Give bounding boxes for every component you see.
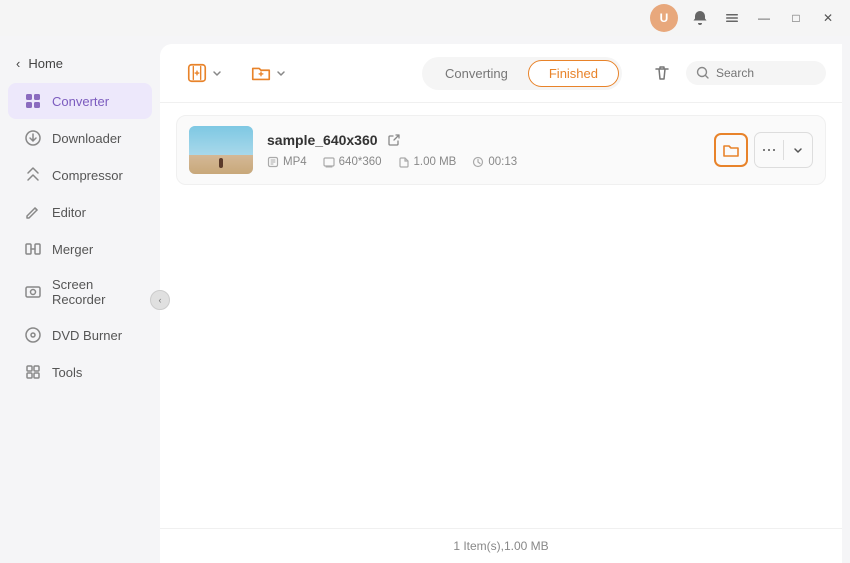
sidebar-item-compressor[interactable]: Compressor — [8, 157, 152, 193]
converter-label: Converter — [52, 94, 109, 109]
table-row: sample_640x360 — [176, 115, 826, 185]
file-duration-meta: 00:13 — [472, 156, 517, 168]
screen-recorder-icon — [24, 283, 42, 301]
compressor-icon — [24, 166, 42, 184]
sidebar-item-tools[interactable]: Tools — [8, 354, 152, 390]
main-content: Converting Finished — [160, 44, 842, 563]
more-action-button[interactable] — [755, 133, 783, 167]
tab-switcher: Converting Finished — [422, 57, 622, 90]
downloader-label: Downloader — [52, 131, 121, 146]
file-list: sample_640x360 — [160, 103, 842, 528]
user-avatar[interactable]: U — [650, 4, 678, 32]
status-bar: 1 Item(s),1.00 MB — [160, 528, 842, 563]
tools-icon — [24, 363, 42, 381]
add-file-dropdown-icon — [212, 68, 222, 78]
sidebar-item-dvd-burner[interactable]: DVD Burner — [8, 317, 152, 353]
more-actions-group — [754, 132, 813, 168]
home-nav[interactable]: ‹ Home — [0, 48, 160, 79]
thumb-sky — [189, 126, 253, 155]
format-icon — [267, 156, 279, 168]
dvd-burner-icon — [24, 326, 42, 344]
search-icon — [696, 66, 710, 80]
file-format: MP4 — [283, 156, 307, 168]
notification-icon[interactable] — [686, 4, 714, 32]
file-format-meta: MP4 — [267, 156, 307, 168]
add-file-icon — [186, 62, 208, 84]
file-name-row: sample_640x360 — [267, 132, 700, 148]
add-folder-dropdown-icon — [276, 68, 286, 78]
file-name: sample_640x360 — [267, 132, 378, 148]
editor-icon — [24, 203, 42, 221]
size-icon — [398, 156, 410, 168]
file-duration: 00:13 — [488, 156, 517, 168]
close-button[interactable]: ✕ — [814, 4, 842, 32]
trash-button[interactable] — [646, 57, 678, 89]
toolbar-actions — [646, 57, 826, 89]
editor-label: Editor — [52, 205, 86, 220]
toolbar: Converting Finished — [160, 44, 842, 103]
merger-icon — [24, 240, 42, 258]
file-resolution: 640*360 — [339, 156, 382, 168]
file-info: sample_640x360 — [267, 132, 700, 168]
external-link-icon[interactable] — [386, 132, 402, 148]
file-size: 1.00 MB — [414, 156, 457, 168]
search-box — [686, 61, 826, 85]
merger-label: Merger — [52, 242, 93, 257]
thumb-figure — [219, 158, 223, 168]
tab-converting[interactable]: Converting — [425, 60, 528, 87]
expand-more-button[interactable] — [784, 133, 812, 167]
window-controls: — □ ✕ — [750, 4, 842, 32]
sidebar-item-converter[interactable]: Converter — [8, 83, 152, 119]
resolution-icon — [323, 156, 335, 168]
search-input[interactable] — [716, 66, 816, 80]
sidebar-item-merger[interactable]: Merger — [8, 231, 152, 267]
maximize-button[interactable]: □ — [782, 4, 810, 32]
sidebar-collapse-button[interactable]: ‹ — [150, 290, 170, 310]
file-size-meta: 1.00 MB — [398, 156, 457, 168]
open-folder-button[interactable] — [714, 133, 748, 167]
screen-recorder-label: Screen Recorder — [52, 277, 136, 307]
menu-icon[interactable] — [718, 4, 746, 32]
minimize-button[interactable]: — — [750, 4, 778, 32]
file-meta: MP4 640*360 — [267, 156, 700, 168]
home-label: Home — [28, 56, 63, 71]
add-folder-button[interactable] — [240, 56, 296, 90]
sidebar: ‹ Home Converter Downloader — [0, 36, 160, 563]
sidebar-item-screen-recorder[interactable]: Screen Recorder — [8, 268, 152, 316]
titlebar: U — □ ✕ — [0, 0, 850, 36]
file-actions — [714, 132, 813, 168]
add-folder-icon — [250, 62, 272, 84]
sidebar-item-editor[interactable]: Editor — [8, 194, 152, 230]
thumb-sand — [189, 155, 253, 174]
back-arrow-icon: ‹ — [16, 56, 20, 71]
compressor-label: Compressor — [52, 168, 123, 183]
status-summary: 1 Item(s),1.00 MB — [453, 539, 548, 553]
file-resolution-meta: 640*360 — [323, 156, 382, 168]
app-container: ‹ Home Converter Downloader — [0, 36, 850, 563]
tab-finished[interactable]: Finished — [528, 60, 619, 87]
duration-icon — [472, 156, 484, 168]
add-file-button[interactable] — [176, 56, 232, 90]
tools-label: Tools — [52, 365, 82, 380]
converter-icon — [24, 92, 42, 110]
sidebar-item-downloader[interactable]: Downloader — [8, 120, 152, 156]
dvd-burner-label: DVD Burner — [52, 328, 122, 343]
file-thumbnail — [189, 126, 253, 174]
downloader-icon — [24, 129, 42, 147]
